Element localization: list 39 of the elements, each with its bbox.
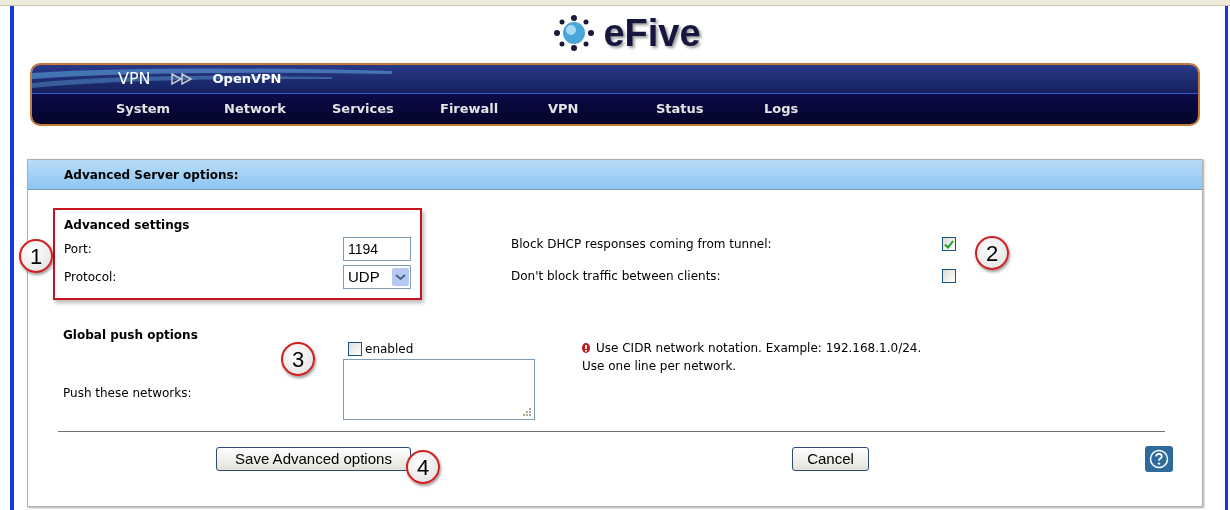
menu-item[interactable]: Firewall bbox=[440, 99, 548, 119]
menu-item[interactable]: System bbox=[116, 99, 224, 119]
menu-item[interactable]: Network bbox=[224, 99, 332, 119]
group-title: Global push options bbox=[63, 327, 199, 344]
section-header: Advanced Server options: bbox=[28, 160, 1202, 190]
hint-text: Use one line per network. bbox=[582, 358, 738, 375]
help-icon bbox=[1149, 449, 1169, 469]
logo-text: eFive bbox=[603, 10, 701, 56]
callout-number: 1 bbox=[19, 239, 53, 273]
checkbox[interactable] bbox=[942, 269, 956, 283]
checkbox[interactable] bbox=[348, 342, 362, 356]
resize-handle-icon bbox=[522, 407, 531, 416]
menu-item[interactable]: Logs bbox=[764, 99, 872, 119]
port-field[interactable]: 1194 bbox=[343, 237, 411, 261]
protocol-dropdown[interactable]: UDP bbox=[343, 265, 411, 289]
group-title: Advanced settings bbox=[64, 217, 191, 234]
checkbox-label: enabled bbox=[365, 341, 414, 358]
help-button[interactable] bbox=[1145, 446, 1173, 472]
hint-text: Use CIDR network notation. Example: 192.168.1.0/24. bbox=[596, 340, 922, 357]
warning-icon bbox=[582, 343, 590, 353]
checkbox[interactable] bbox=[942, 237, 956, 251]
field-label: Port: bbox=[64, 241, 92, 258]
callout-number: 2 bbox=[975, 236, 1009, 270]
menu-item[interactable]: VPN bbox=[548, 99, 656, 119]
option-label: Block DHCP responses coming from tunnel: bbox=[511, 236, 772, 253]
option-label: Don't block traffic between clients: bbox=[511, 268, 721, 285]
callout-number: 4 bbox=[406, 450, 440, 484]
double-arrow-icon bbox=[170, 73, 193, 85]
chevron-down-icon bbox=[392, 268, 409, 286]
field-label: Push these networks: bbox=[63, 385, 193, 402]
callout-number: 3 bbox=[281, 342, 315, 376]
check-icon bbox=[944, 239, 954, 249]
breadcrumb-section[interactable]: VPN bbox=[118, 67, 151, 91]
cancel-button[interactable]: Cancel bbox=[792, 447, 869, 471]
save-button[interactable]: Save Advanced options bbox=[216, 447, 411, 471]
menu-item[interactable]: Status bbox=[656, 99, 764, 119]
breadcrumb-page: OpenVPN bbox=[212, 70, 282, 89]
field-label: Protocol: bbox=[64, 269, 117, 286]
menu-item[interactable]: Services bbox=[332, 99, 440, 119]
